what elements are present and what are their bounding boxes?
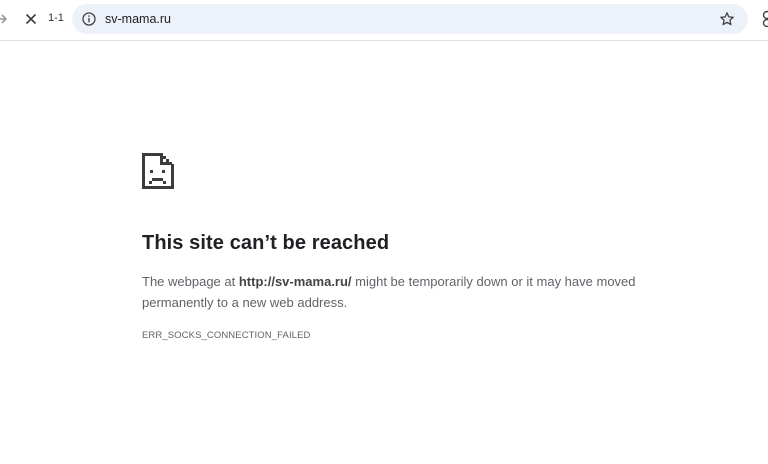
error-url: http://sv-mama.ru/ — [238, 274, 352, 289]
error-code: ERR_SOCKS_CONNECTION_FAILED — [142, 330, 311, 341]
profile-icon[interactable] — [758, 9, 768, 29]
info-icon[interactable] — [80, 10, 98, 28]
error-title: This site can’t be reached — [142, 232, 390, 254]
browser-toolbar: 1-1 sv-mama.ru — [0, 0, 768, 41]
tab-counter: 1-1 — [48, 12, 64, 24]
close-icon[interactable] — [22, 10, 40, 28]
sad-page-icon — [142, 150, 178, 194]
address-bar[interactable]: sv-mama.ru — [72, 4, 748, 34]
star-icon[interactable] — [718, 10, 736, 28]
error-description: The webpage at http://sv-mama.ru/ might … — [142, 271, 672, 313]
forward-arrow-icon[interactable] — [0, 10, 10, 28]
error-content: This site can’t be reached The webpage a… — [142, 150, 702, 341]
error-desc-prefix: The webpage at — [142, 274, 239, 289]
url-text[interactable]: sv-mama.ru — [105, 12, 171, 26]
